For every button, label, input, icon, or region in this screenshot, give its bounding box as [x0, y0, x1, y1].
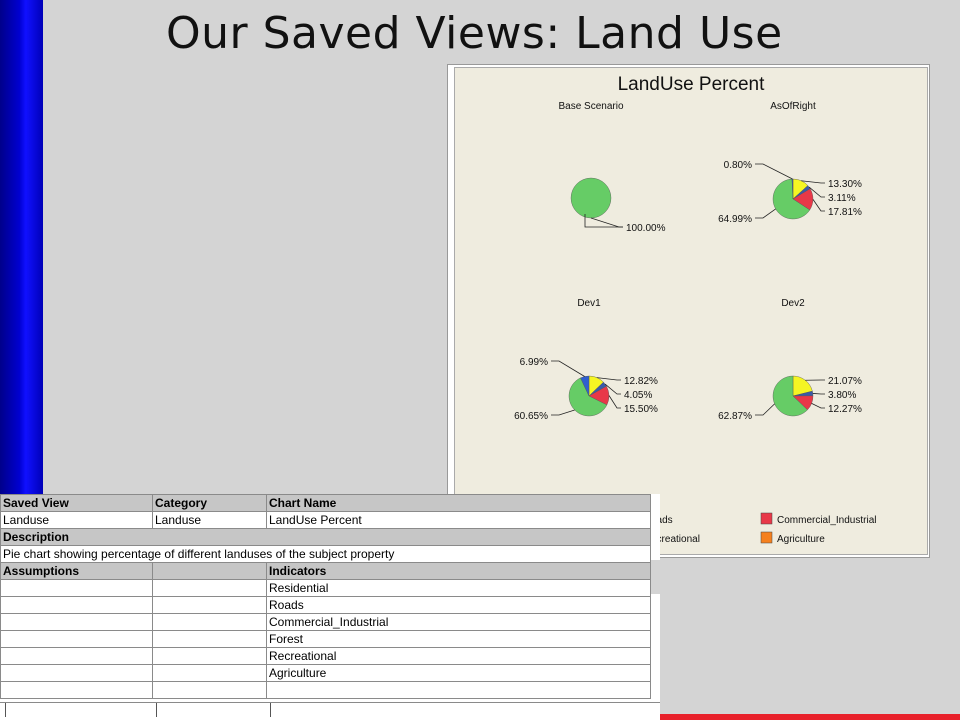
pie-data-label: 21.07%: [828, 376, 862, 387]
pie-leader-line: [811, 403, 825, 409]
table-row: [0, 681, 651, 699]
spreadsheet: Saved View Category Chart Name Landuse L…: [0, 494, 660, 720]
empty-header-cell[interactable]: [152, 562, 267, 580]
category-header[interactable]: Category: [152, 494, 267, 512]
pie-leader-line: [755, 403, 775, 416]
description-header[interactable]: Description: [0, 528, 651, 546]
category-cell[interactable]: Landuse: [152, 511, 267, 529]
table-cell[interactable]: [0, 664, 153, 682]
table-cell[interactable]: [0, 630, 153, 648]
table-cell[interactable]: [0, 681, 153, 699]
pie-leader-line: [812, 393, 825, 395]
pie-data-label: 12.82%: [624, 376, 658, 387]
legend-label: Agriculture: [777, 534, 825, 545]
table-header-row: Saved View Category Chart Name: [0, 494, 651, 512]
indicators-header[interactable]: Indicators: [266, 562, 651, 580]
table-row: Forest: [0, 630, 651, 648]
slide-title: Our Saved Views: Land Use: [166, 8, 783, 59]
pie-leader-line: [551, 360, 585, 377]
table-row: Landuse Landuse LandUse Percent: [0, 511, 651, 529]
cell-divider: [5, 703, 6, 717]
saved-view-cell[interactable]: Landuse: [0, 511, 153, 529]
pie-data-label: 13.30%: [828, 179, 862, 190]
table-cell[interactable]: [152, 647, 267, 665]
assumptions-header-row: Assumptions Indicators: [0, 562, 651, 580]
description-row: Pie chart showing percentage of differen…: [0, 545, 651, 563]
pie-leader-line: [551, 409, 575, 416]
pie-data-label: 6.99%: [520, 357, 548, 368]
table-cell[interactable]: [0, 579, 153, 597]
chart-name-header[interactable]: Chart Name: [266, 494, 651, 512]
pie-title-dev2: Dev2: [781, 298, 805, 309]
indicator-cell[interactable]: Commercial_Industrial: [266, 613, 651, 631]
table-cell[interactable]: [0, 596, 153, 614]
pie-title-asofright: AsOfRight: [770, 101, 816, 112]
table-cell[interactable]: [0, 647, 153, 665]
pie-title-dev1: Dev1: [577, 298, 601, 309]
table-cell[interactable]: [266, 681, 651, 699]
legend-label: Commercial_Industrial: [777, 515, 876, 526]
cell-divider: [156, 703, 157, 717]
cell-divider: [270, 703, 271, 717]
table-cell[interactable]: [152, 681, 267, 699]
table-row: Commercial_Industrial: [0, 613, 651, 631]
indicator-cell[interactable]: Recreational: [266, 647, 651, 665]
pie-data-label: 15.50%: [624, 404, 658, 415]
pie-leader-line: [812, 199, 825, 212]
sheet-scroll-strip[interactable]: [650, 560, 660, 594]
table-row: Roads: [0, 596, 651, 614]
table-row: Recreational: [0, 647, 651, 665]
table-cell[interactable]: [152, 630, 267, 648]
legend-swatch: [760, 531, 773, 544]
table-cell[interactable]: [0, 613, 153, 631]
pie-data-label: 3.80%: [828, 390, 856, 401]
pie-leader-line: [755, 208, 776, 219]
pie-data-label: 0.80%: [724, 160, 752, 171]
chart-panel: LandUse Percent Base Scenario 100.00% AsOfR…: [454, 67, 928, 555]
table-row: Agriculture: [0, 664, 651, 682]
bottom-accent-line: [660, 714, 960, 720]
table-cell[interactable]: [152, 579, 267, 597]
indicator-cell[interactable]: Agriculture: [266, 664, 651, 682]
pie-data-label: 64.99%: [718, 214, 752, 225]
chart-window: LandUse Percent Base Scenario 100.00% AsOfR…: [447, 64, 930, 558]
pie-data-label: 60.65%: [514, 411, 548, 422]
sheet-bottom-edge: [0, 702, 660, 720]
description-header-row: Description: [0, 528, 651, 546]
pie-data-label: 3.11%: [828, 193, 856, 204]
table-cell[interactable]: [152, 596, 267, 614]
indicator-cell[interactable]: Roads: [266, 596, 651, 614]
pie-slice-forest: [570, 177, 612, 219]
pie-title-base-scenario: Base Scenario: [558, 101, 623, 112]
pie-leader-line: [590, 217, 623, 228]
assumptions-header[interactable]: Assumptions: [0, 562, 153, 580]
pie-data-label: 12.27%: [828, 404, 862, 415]
pie-data-label: 62.87%: [718, 411, 752, 422]
indicator-cell[interactable]: Forest: [266, 630, 651, 648]
saved-view-table: Saved View Category Chart Name Landuse L…: [0, 494, 651, 699]
table-row: Residential: [0, 579, 651, 597]
pie-leader-line: [755, 163, 793, 180]
description-cell[interactable]: Pie chart showing percentage of differen…: [0, 545, 651, 563]
legend-swatch: [760, 512, 773, 525]
chart-title: LandUse Percent: [618, 74, 766, 95]
pie-data-label: 100.00%: [626, 223, 666, 234]
pie-data-label: 17.81%: [828, 207, 862, 218]
pie-leader-line: [608, 395, 621, 409]
indicator-cell[interactable]: Residential: [266, 579, 651, 597]
table-cell[interactable]: [152, 613, 267, 631]
landuse-chart: LandUse Percent Base Scenario 100.00% AsOfR…: [514, 74, 876, 545]
table-cell[interactable]: [152, 664, 267, 682]
chart-name-cell[interactable]: LandUse Percent: [266, 511, 651, 529]
pie-data-label: 4.05%: [624, 390, 652, 401]
saved-view-header[interactable]: Saved View: [0, 494, 153, 512]
